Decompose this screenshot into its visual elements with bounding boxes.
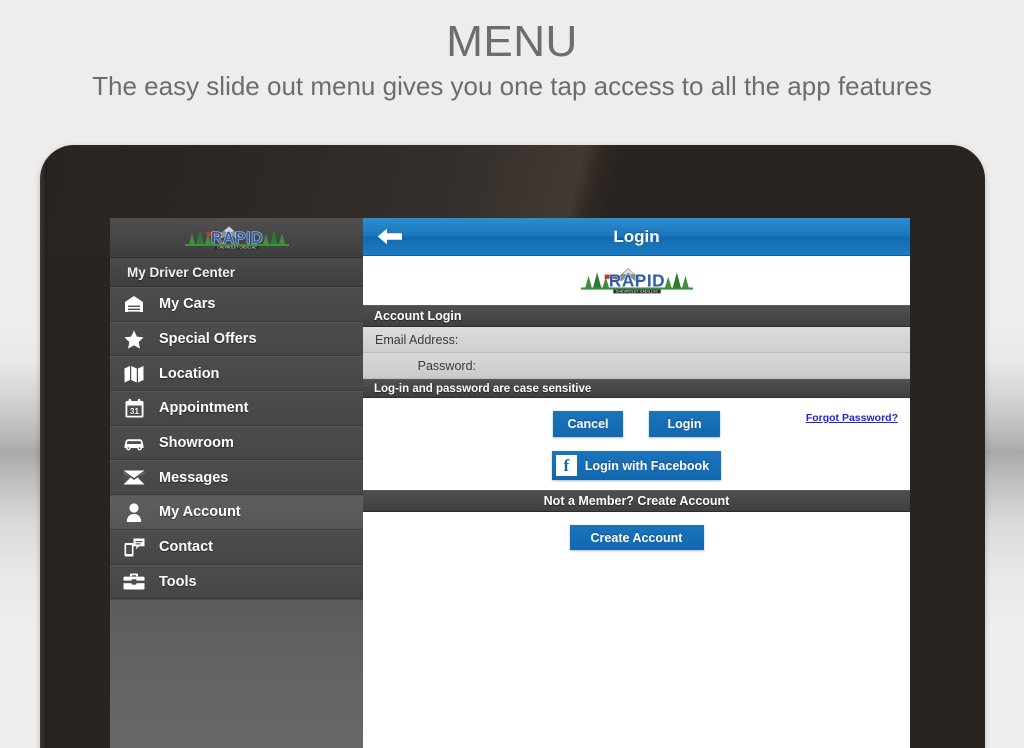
garage-icon	[119, 293, 149, 315]
sidebar-item-label: Appointment	[159, 400, 249, 417]
create-account-button[interactable]: Create Account	[569, 525, 704, 550]
facebook-login-label: Login with Facebook	[584, 458, 710, 473]
email-label: Email Address:	[375, 332, 459, 347]
sidebar-item-label: Messages	[159, 469, 229, 486]
car-icon	[119, 432, 149, 454]
password-field-row: Password:	[363, 353, 910, 379]
sidebar-item-messages[interactable]: Messages	[110, 460, 363, 496]
facebook-login-button[interactable]: f Login with Facebook	[551, 451, 722, 480]
promo-header: MENU The easy slide out menu gives you o…	[0, 0, 1024, 100]
sidebar-item-showroom[interactable]: Showroom	[110, 425, 363, 461]
app-topbar: Login	[363, 218, 910, 256]
sidebar-item-label: Tools	[159, 573, 197, 590]
sidebar-item-label: Location	[159, 365, 220, 382]
sidebar-item-label: Contact	[159, 539, 213, 556]
sidebar-item-label: My Account	[159, 504, 241, 521]
sidebar-item-contact[interactable]: Contact	[110, 529, 363, 565]
back-arrow-icon	[377, 228, 402, 245]
sidebar-logo: RAPID CHEVROLET CADILLAC	[110, 218, 363, 258]
account-login-header: Account Login	[363, 305, 910, 327]
login-content-panel: Login RAPID CHEVROLET CADILLAC Account L…	[363, 218, 910, 748]
password-input[interactable]	[484, 353, 910, 378]
map-icon	[119, 363, 149, 385]
sidebar-item-label: Special Offers	[159, 331, 257, 348]
bezel-left-edge	[40, 145, 47, 748]
envelope-icon	[119, 467, 149, 489]
email-field-row: Email Address:	[363, 327, 910, 353]
sidebar-item-label: Showroom	[159, 435, 234, 452]
page-subtitle: The easy slide out menu gives you one ta…	[92, 70, 932, 101]
svg-text:31: 31	[130, 407, 139, 416]
main-empty-space	[363, 562, 910, 748]
brand-logo-band: RAPID CHEVROLET CADILLAC	[363, 256, 910, 305]
sidebar-item-special-offers[interactable]: Special Offers	[110, 321, 363, 357]
login-actions: Cancel Login Forgot Password? f Login wi…	[363, 398, 910, 490]
svg-text:CHEVROLET CADILLAC: CHEVROLET CADILLAC	[217, 245, 257, 249]
page-title: MENU	[446, 17, 578, 66]
rapid-logo-icon: RAPID CHEVROLET CADILLAC	[580, 267, 693, 293]
sidebar-item-label: My Cars	[159, 296, 216, 313]
back-button[interactable]	[373, 224, 407, 250]
sidebar-item-tools[interactable]: Tools	[110, 564, 363, 600]
toolbox-icon	[119, 571, 149, 593]
tablet-device-frame: RAPID CHEVROLET CADILLAC My Driver Cente…	[40, 145, 985, 748]
star-icon	[119, 328, 149, 350]
sidebar-item-appointment[interactable]: 31 Appointment	[110, 391, 363, 426]
cancel-button[interactable]: Cancel	[553, 411, 623, 437]
topbar-title: Login	[613, 226, 660, 246]
tablet-screen: RAPID CHEVROLET CADILLAC My Driver Cente…	[110, 218, 910, 748]
not-a-member-bar: Not a Member? Create Account	[363, 490, 910, 512]
sidebar-item-location[interactable]: Location	[110, 356, 363, 392]
email-input[interactable]	[476, 327, 910, 352]
create-account-zone: Create Account	[363, 512, 910, 562]
svg-text:RAPID: RAPID	[608, 270, 664, 290]
sidebar-section-header: My Driver Center	[110, 258, 363, 287]
rapid-logo-icon: RAPID CHEVROLET CADILLAC	[184, 225, 289, 249]
person-icon	[119, 501, 149, 523]
sidebar-empty-space	[110, 599, 363, 748]
facebook-login-row: f Login with Facebook	[363, 451, 910, 480]
sidebar-item-my-account[interactable]: My Account	[110, 495, 363, 530]
login-button[interactable]: Login	[649, 411, 720, 437]
sidebar-item-my-cars[interactable]: My Cars	[110, 287, 363, 322]
svg-text:CHEVROLET CADILLAC: CHEVROLET CADILLAC	[615, 289, 658, 293]
facebook-icon: f	[555, 455, 577, 476]
contact-icon	[119, 536, 149, 558]
slide-out-menu: RAPID CHEVROLET CADILLAC My Driver Cente…	[110, 218, 363, 748]
case-sensitive-note: Log-in and password are case sensitive	[363, 379, 910, 398]
forgot-password-link[interactable]: Forgot Password?	[806, 412, 898, 424]
calendar-icon: 31	[119, 397, 149, 419]
password-label: Password:	[417, 358, 476, 373]
